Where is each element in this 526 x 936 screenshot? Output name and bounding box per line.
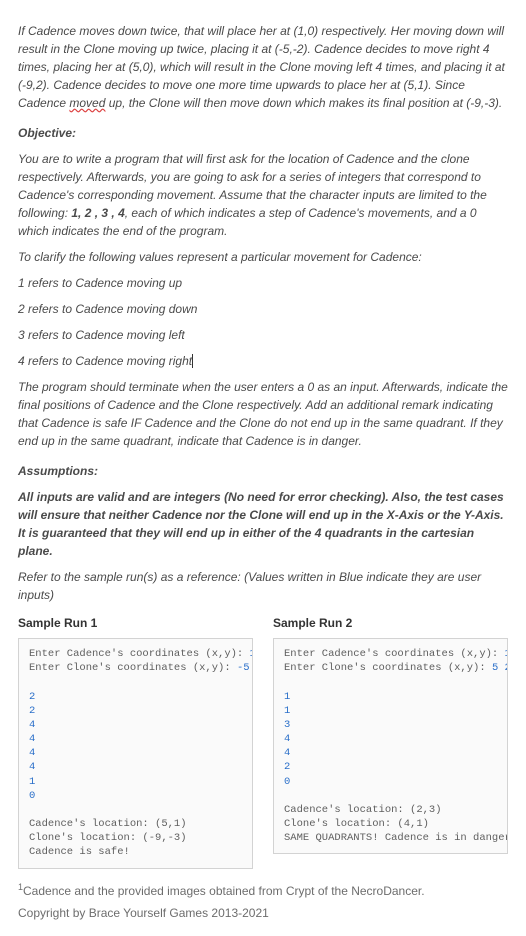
movement-3: 3 refers to Cadence moving left <box>18 326 508 344</box>
intro-text-b: up, the Clone will then move down which … <box>105 96 502 110</box>
intro-paragraph: If Cadence moves down twice, that will p… <box>18 22 508 112</box>
assumptions-heading: Assumptions: <box>18 462 508 480</box>
r1-prompt-2: Enter Clone's coordinates (x,y): <box>29 662 237 674</box>
r1-input-2: -5 -4 <box>237 662 253 674</box>
sample-run-1-code: Enter Cadence's coordinates (x,y): 1 2 E… <box>18 638 253 869</box>
r1-out-2: Clone's location: (-9,-3) <box>29 832 187 844</box>
r1-step-0: 2 <box>29 691 35 703</box>
r1-step-3: 4 <box>29 733 35 745</box>
r1-step-7: 0 <box>29 790 35 802</box>
footnote: 1Cadence and the provided images obtaine… <box>18 881 508 900</box>
r2-step-2: 3 <box>284 719 290 731</box>
r2-input-2: 5 2 <box>492 662 508 674</box>
r2-step-4: 4 <box>284 747 290 759</box>
sample-run-1: Sample Run 1 Enter Cadence's coordinates… <box>18 614 253 869</box>
objective-paragraph: You are to write a program that will fir… <box>18 150 508 240</box>
r1-step-4: 4 <box>29 747 35 759</box>
r1-prompt-1: Enter Cadence's coordinates (x,y): <box>29 648 250 660</box>
r2-step-5: 2 <box>284 761 290 773</box>
text-cursor-icon <box>192 354 193 368</box>
sample-runs-container: Sample Run 1 Enter Cadence's coordinates… <box>18 614 508 869</box>
r2-out-1: Cadence's location: (2,3) <box>284 804 442 816</box>
copyright-line: Copyright by Brace Yourself Games 2013-2… <box>18 904 508 922</box>
r2-step-0: 1 <box>284 691 290 703</box>
intro-wavy-word: moved <box>69 96 105 110</box>
movement-4: 4 refers to Cadence moving right <box>18 352 508 370</box>
refer-line: Refer to the sample run(s) as a referenc… <box>18 568 508 604</box>
movement-1: 1 refers to Cadence moving up <box>18 274 508 292</box>
objective-heading: Objective: <box>18 124 508 142</box>
r1-out-3: Cadence is safe! <box>29 846 130 858</box>
r1-out-1: Cadence's location: (5,1) <box>29 818 187 830</box>
assumptions-paragraph: All inputs are valid and are integers (N… <box>18 488 508 560</box>
footnote-text: Cadence and the provided images obtained… <box>23 884 425 898</box>
r1-step-2: 4 <box>29 719 35 731</box>
sample-run-2-label: Sample Run 2 <box>273 614 508 632</box>
sample-run-2: Sample Run 2 Enter Cadence's coordinates… <box>273 614 508 869</box>
r2-out-3: SAME QUADRANTS! Cadence is in danger! <box>284 832 508 844</box>
sample-run-1-label: Sample Run 1 <box>18 614 253 632</box>
r1-input-1: 1 2 <box>250 648 253 660</box>
r2-out-2: Clone's location: (4,1) <box>284 818 429 830</box>
clarify-line: To clarify the following values represen… <box>18 248 508 266</box>
movement-2: 2 refers to Cadence moving down <box>18 300 508 318</box>
movement-4-text: 4 refers to Cadence moving right <box>18 354 192 368</box>
r2-prompt-2: Enter Clone's coordinates (x,y): <box>284 662 492 674</box>
sample-run-2-code: Enter Cadence's coordinates (x,y): 1 2 E… <box>273 638 508 854</box>
r2-step-6: 0 <box>284 776 290 788</box>
r2-step-3: 4 <box>284 733 290 745</box>
r2-step-1: 1 <box>284 705 290 717</box>
objective-inputs-list: 1, 2 , 3 , 4 <box>71 206 124 220</box>
r1-step-6: 1 <box>29 776 35 788</box>
r2-prompt-1: Enter Cadence's coordinates (x,y): <box>284 648 505 660</box>
r1-step-1: 2 <box>29 705 35 717</box>
r2-input-1: 1 2 <box>505 648 508 660</box>
r1-step-5: 4 <box>29 761 35 773</box>
terminate-paragraph: The program should terminate when the us… <box>18 378 508 450</box>
